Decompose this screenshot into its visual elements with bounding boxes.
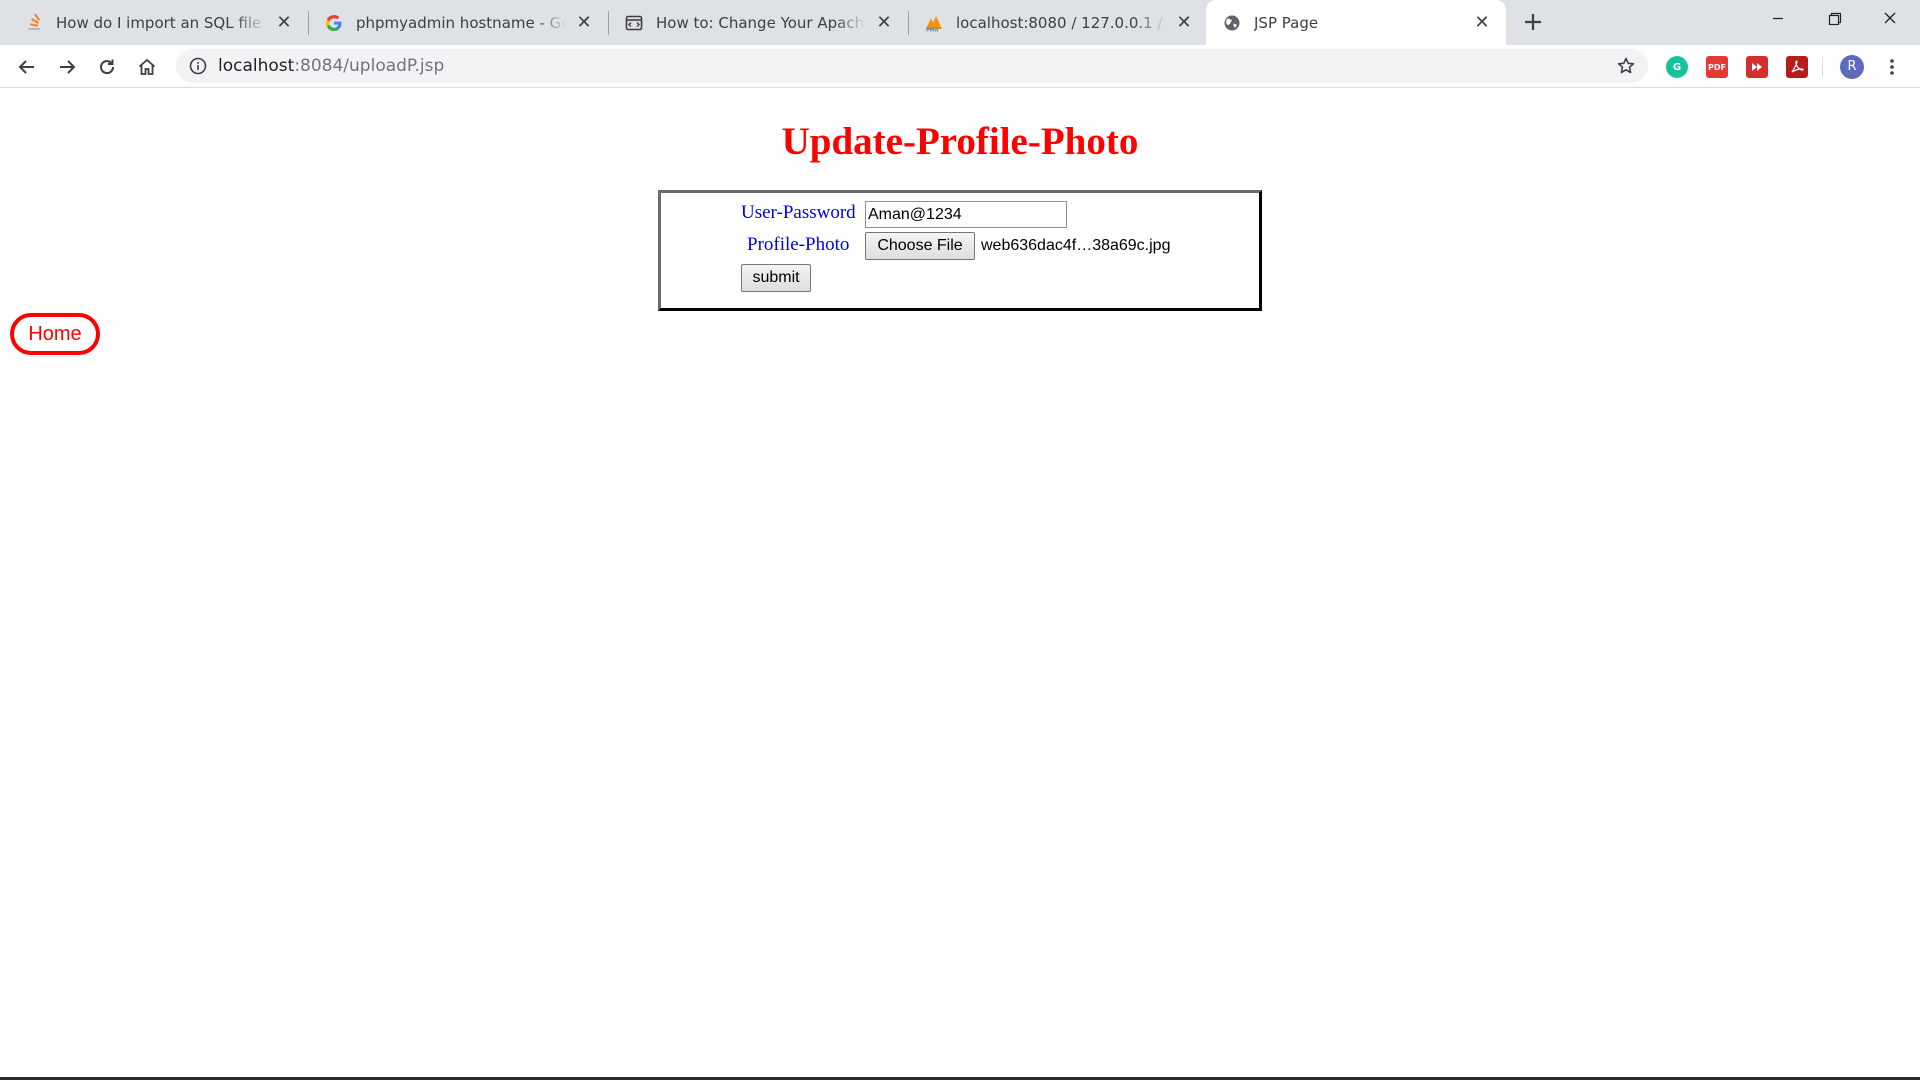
- close-window-icon[interactable]: [1862, 0, 1918, 38]
- tab-stackoverflow[interactable]: How do I import an SQL file using ✕: [0, 0, 309, 45]
- back-arrow-icon[interactable]: [11, 51, 43, 83]
- profile-avatar[interactable]: R: [1840, 55, 1864, 79]
- password-input[interactable]: Aman@1234: [865, 201, 1067, 228]
- google-icon: [324, 13, 344, 33]
- close-tab-icon[interactable]: ✕: [874, 12, 894, 33]
- globe-icon: [1222, 13, 1242, 33]
- pdf-extension-icon[interactable]: PDF: [1706, 56, 1728, 78]
- site-info-icon[interactable]: [188, 56, 208, 76]
- page-content: Update-Profile-Photo User-Password Aman@…: [0, 89, 1920, 1078]
- tab-title: phpmyadmin hostname - Google: [356, 13, 566, 32]
- tab-title: How do I import an SQL file using: [56, 13, 266, 32]
- submit-button[interactable]: submit: [741, 264, 811, 292]
- tab-title: How to: Change Your Apache Lis: [656, 13, 866, 32]
- forward-arrow-icon[interactable]: [51, 51, 83, 83]
- photo-label: Profile-Photo: [747, 234, 850, 255]
- acrobat-icon[interactable]: [1786, 56, 1808, 78]
- tab-google-search[interactable]: phpmyadmin hostname - Google ✕: [308, 0, 609, 45]
- close-tab-icon[interactable]: ✕: [274, 12, 294, 33]
- restore-window-icon[interactable]: [1806, 0, 1862, 38]
- minimize-window-icon[interactable]: [1750, 0, 1806, 38]
- reload-icon[interactable]: [91, 51, 123, 83]
- close-tab-icon[interactable]: ✕: [1174, 12, 1194, 33]
- tab-jsp-page[interactable]: JSP Page ✕: [1206, 0, 1506, 45]
- more-options-icon[interactable]: [1880, 55, 1904, 79]
- choose-file-button[interactable]: Choose File: [865, 232, 975, 260]
- url-text[interactable]: localhost:8084/uploadP.jsp: [218, 49, 444, 83]
- home-link[interactable]: Home: [10, 313, 100, 355]
- tab-title: JSP Page: [1254, 13, 1319, 32]
- code-window-icon: [624, 13, 644, 33]
- browser-tab-strip: How do I import an SQL file using ✕ phpm…: [0, 0, 1920, 45]
- close-tab-icon[interactable]: ✕: [1472, 12, 1492, 33]
- password-label: User-Password: [741, 202, 856, 223]
- grammarly-icon[interactable]: G: [1666, 56, 1688, 78]
- page-title: Update-Profile-Photo: [781, 120, 1139, 163]
- phpmyadmin-icon: PMA: [924, 13, 944, 33]
- home-icon[interactable]: [131, 51, 163, 83]
- stackoverflow-icon: [24, 13, 44, 33]
- selected-file-name: web636dac4f…38a69c.jpg: [981, 237, 1171, 254]
- tab-apache-article[interactable]: How to: Change Your Apache Lis ✕: [608, 0, 909, 45]
- media-extension-icon[interactable]: [1746, 56, 1768, 78]
- upload-form: User-Password Aman@1234 Profile-Photo Ch…: [658, 190, 1262, 311]
- svg-text:PMA: PMA: [926, 27, 939, 32]
- url-host: localhost: [218, 56, 295, 76]
- browser-toolbar: localhost:8084/uploadP.jsp G PDF R: [0, 45, 1920, 88]
- bookmark-star-icon[interactable]: [1616, 56, 1636, 76]
- tab-phpmyadmin[interactable]: PMA localhost:8080 / 127.0.0.1 / rahul ✕: [908, 0, 1208, 45]
- toolbar-divider: [1822, 57, 1823, 77]
- address-bar[interactable]: localhost:8084/uploadP.jsp: [176, 49, 1648, 83]
- url-path: :8084/uploadP.jsp: [294, 56, 445, 76]
- tab-title: localhost:8080 / 127.0.0.1 / rahul: [956, 13, 1166, 32]
- new-tab-plus-icon[interactable]: [1518, 7, 1548, 37]
- close-tab-icon[interactable]: ✕: [574, 12, 594, 33]
